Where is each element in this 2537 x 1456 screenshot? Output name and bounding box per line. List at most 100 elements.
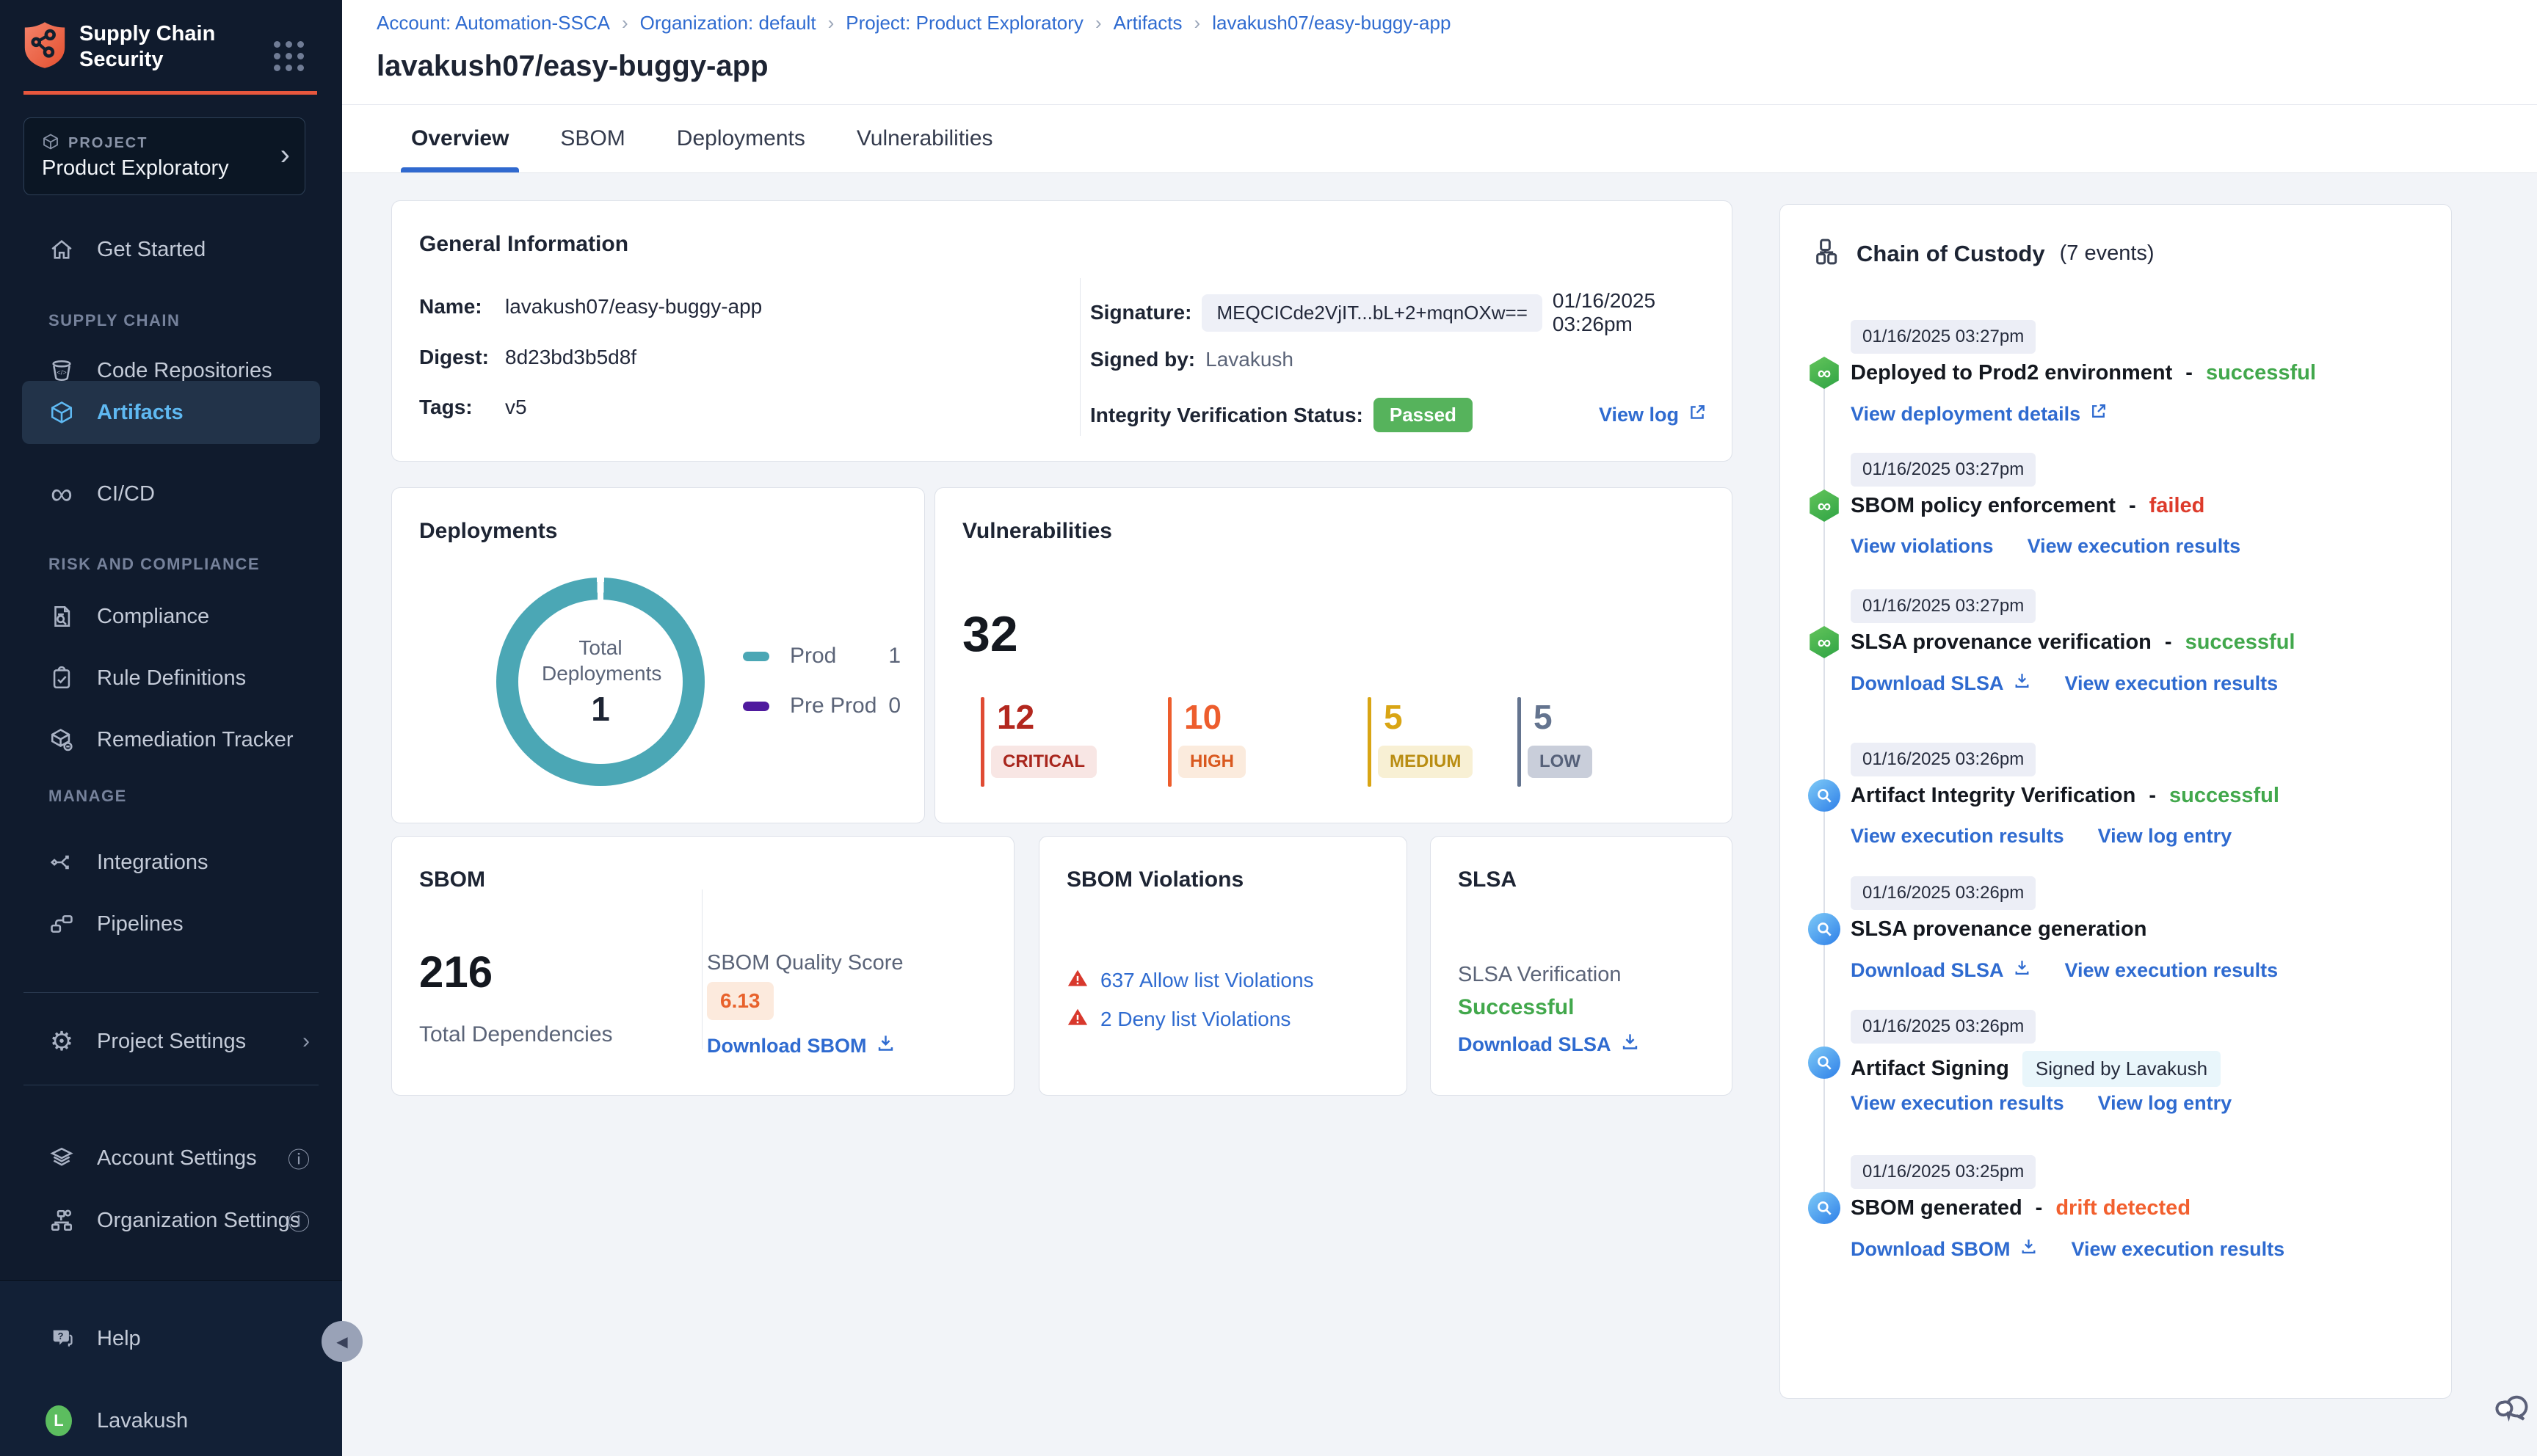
download-sbom-link[interactable]: Download SBOM	[1851, 1237, 2038, 1261]
slsa-verification-status: Successful	[1458, 995, 1575, 1019]
artifact-name-value: lavakush07/easy-buggy-app	[505, 295, 763, 318]
chain-event: 01/16/2025 03:26pm Artifact Integrity Ve…	[1780, 743, 2453, 867]
app-title: Supply Chain Security	[79, 21, 216, 71]
view-execution-results-link[interactable]: View execution results	[2065, 671, 2279, 695]
breadcrumb-current[interactable]: lavakush07/easy-buggy-app	[1212, 12, 1451, 34]
donut-center-label: Total Deployments	[542, 636, 662, 685]
view-log-entry-link[interactable]: View log entry	[2098, 1092, 2232, 1115]
project-name: Product Exploratory	[42, 156, 229, 180]
app-switcher-icon[interactable]	[274, 41, 304, 71]
tab-deployments[interactable]: Deployments	[672, 105, 810, 172]
download-slsa-link[interactable]: Download SLSA	[1458, 1032, 1640, 1057]
signature-timestamp: 01/16/2025 03:26pm	[1552, 289, 1656, 335]
event-status: drift detected	[2055, 1196, 2191, 1220]
download-slsa-link[interactable]: Download SLSA	[1851, 671, 2031, 695]
view-log-entry-link[interactable]: View log entry	[2098, 825, 2232, 848]
chain-event: ∞ 01/16/2025 03:27pm SLSA provenance ver…	[1780, 589, 2453, 714]
event-timestamp: 01/16/2025 03:27pm	[1851, 453, 2036, 487]
event-timestamp: 01/16/2025 03:26pm	[1851, 876, 2036, 910]
breadcrumb-separator: ›	[827, 12, 835, 34]
help-chat-icon: ?	[48, 1325, 75, 1352]
signed-by-value: Lavakush	[1205, 348, 1293, 371]
info-icon[interactable]: ⓘ	[288, 1204, 310, 1237]
sidebar-item-get-started[interactable]: Get Started	[0, 219, 342, 280]
breadcrumb-artifacts[interactable]: Artifacts	[1114, 12, 1183, 34]
sidebar-user[interactable]: L Lavakush	[0, 1390, 342, 1452]
sbom-card: SBOM 216 Total Dependencies SBOM Quality…	[391, 836, 1015, 1096]
sidebar-item-pipelines[interactable]: Pipelines	[0, 893, 342, 955]
deny-list-violations-link[interactable]: 2 Deny list Violations	[1100, 1008, 1291, 1031]
app-logo: Supply Chain Security	[23, 21, 215, 73]
sidebar-item-compliance[interactable]: Compliance	[0, 586, 342, 647]
integrity-status-label: Integrity Verification Status:	[1090, 403, 1363, 426]
tab-overview[interactable]: Overview	[400, 105, 520, 172]
home-icon	[48, 236, 75, 263]
legend-item-prod: Prod 1	[743, 644, 901, 669]
remediation-cube-icon	[48, 727, 75, 753]
breadcrumb-account[interactable]: Account: Automation-SSCA	[377, 12, 610, 34]
tags-value: v5	[505, 396, 527, 418]
sidebar-item-project-settings[interactable]: ⚙ Project Settings ›	[0, 1011, 342, 1072]
view-execution-results-link[interactable]: View execution results	[1851, 825, 2064, 848]
sidebar-item-remediation-tracker[interactable]: Remediation Tracker	[0, 709, 342, 771]
svg-text:?: ?	[58, 1331, 64, 1342]
event-title: Deployed to Prod2 environment	[1851, 361, 2173, 385]
event-timestamp: 01/16/2025 03:27pm	[1851, 320, 2036, 354]
sidebar-item-help[interactable]: ? Help	[0, 1308, 342, 1369]
code-repository-icon: </>	[48, 357, 75, 384]
view-execution-results-link[interactable]: View execution results	[2065, 958, 2279, 982]
signed-by-badge: Signed by Lavakush	[2022, 1051, 2221, 1087]
event-status: failed	[2149, 494, 2205, 517]
info-icon[interactable]: ⓘ	[288, 1142, 310, 1174]
sidebar-item-cicd[interactable]: ∞ CI/CD	[0, 463, 342, 525]
view-execution-results-link[interactable]: View execution results	[2028, 535, 2241, 558]
event-status: successful	[2185, 630, 2295, 654]
tab-vulnerabilities[interactable]: Vulnerabilities	[852, 105, 998, 172]
breadcrumb-separator: ›	[1095, 12, 1102, 34]
card-title: Deployments	[419, 519, 558, 543]
view-deployment-details-link[interactable]: View deployment details	[1851, 402, 2108, 426]
view-log-link[interactable]: View log	[1599, 403, 1707, 427]
sidebar-item-account-settings[interactable]: Account Settings ⓘ	[0, 1127, 342, 1189]
allow-list-violations-link[interactable]: 637 Allow list Violations	[1100, 969, 1314, 992]
sbom-quality-score-badge: 6.13	[707, 982, 774, 1020]
sidebar-divider	[23, 992, 319, 993]
breadcrumb-separator: ›	[1194, 12, 1201, 34]
slsa-verification-label: SLSA Verification	[1458, 963, 1622, 986]
chain-event: ∞ 01/16/2025 03:27pm SBOM policy enforce…	[1780, 453, 2453, 578]
card-title: SBOM Violations	[1067, 867, 1244, 892]
view-violations-link[interactable]: View violations	[1851, 535, 1994, 558]
event-timestamp: 01/16/2025 03:26pm	[1851, 743, 2036, 776]
breadcrumb-organization[interactable]: Organization: default	[640, 12, 816, 34]
breadcrumb-project[interactable]: Project: Product Exploratory	[846, 12, 1084, 34]
scan-icon	[1808, 913, 1840, 945]
tab-sbom[interactable]: SBOM	[556, 105, 629, 172]
event-timestamp: 01/16/2025 03:25pm	[1851, 1155, 2036, 1189]
prod-legend-swatch	[743, 651, 769, 661]
severity-high: 10 HIGH	[1168, 697, 1337, 787]
digest-label: Digest:	[419, 346, 489, 368]
feedback-chat-icon[interactable]	[2490, 1381, 2533, 1424]
event-title: SBOM generated	[1851, 1196, 2022, 1220]
document-search-icon	[48, 603, 75, 630]
sbom-total-label: Total Dependencies	[419, 1022, 613, 1046]
sidebar-item-artifacts[interactable]: Artifacts	[22, 381, 320, 444]
view-execution-results-link[interactable]: View execution results	[2072, 1237, 2285, 1261]
project-selector[interactable]: PROJECT Product Exploratory ›	[23, 117, 305, 195]
download-sbom-link[interactable]: Download SBOM	[707, 1033, 896, 1058]
event-status: successful	[2169, 784, 2279, 807]
chain-event: ∞ 01/16/2025 03:27pm Deployed to Prod2 e…	[1780, 320, 2453, 445]
chain-events-count: (7 events)	[2059, 241, 2155, 265]
clipboard-check-icon	[48, 665, 75, 691]
sidebar-item-integrations[interactable]: Integrations	[0, 831, 342, 893]
download-slsa-link[interactable]: Download SLSA	[1851, 958, 2031, 982]
download-icon	[2013, 958, 2031, 982]
external-link-icon	[2089, 402, 2108, 426]
sidebar-collapse-handle[interactable]: ◀	[322, 1321, 363, 1362]
warning-triangle-icon	[1067, 967, 1089, 993]
download-icon	[2013, 671, 2031, 695]
sidebar-item-rule-definitions[interactable]: Rule Definitions	[0, 647, 342, 709]
sidebar-item-organization-settings[interactable]: Organization Settings ⓘ	[0, 1190, 342, 1251]
view-execution-results-link[interactable]: View execution results	[1851, 1092, 2064, 1115]
pipeline-icon: ∞	[1810, 357, 1839, 389]
